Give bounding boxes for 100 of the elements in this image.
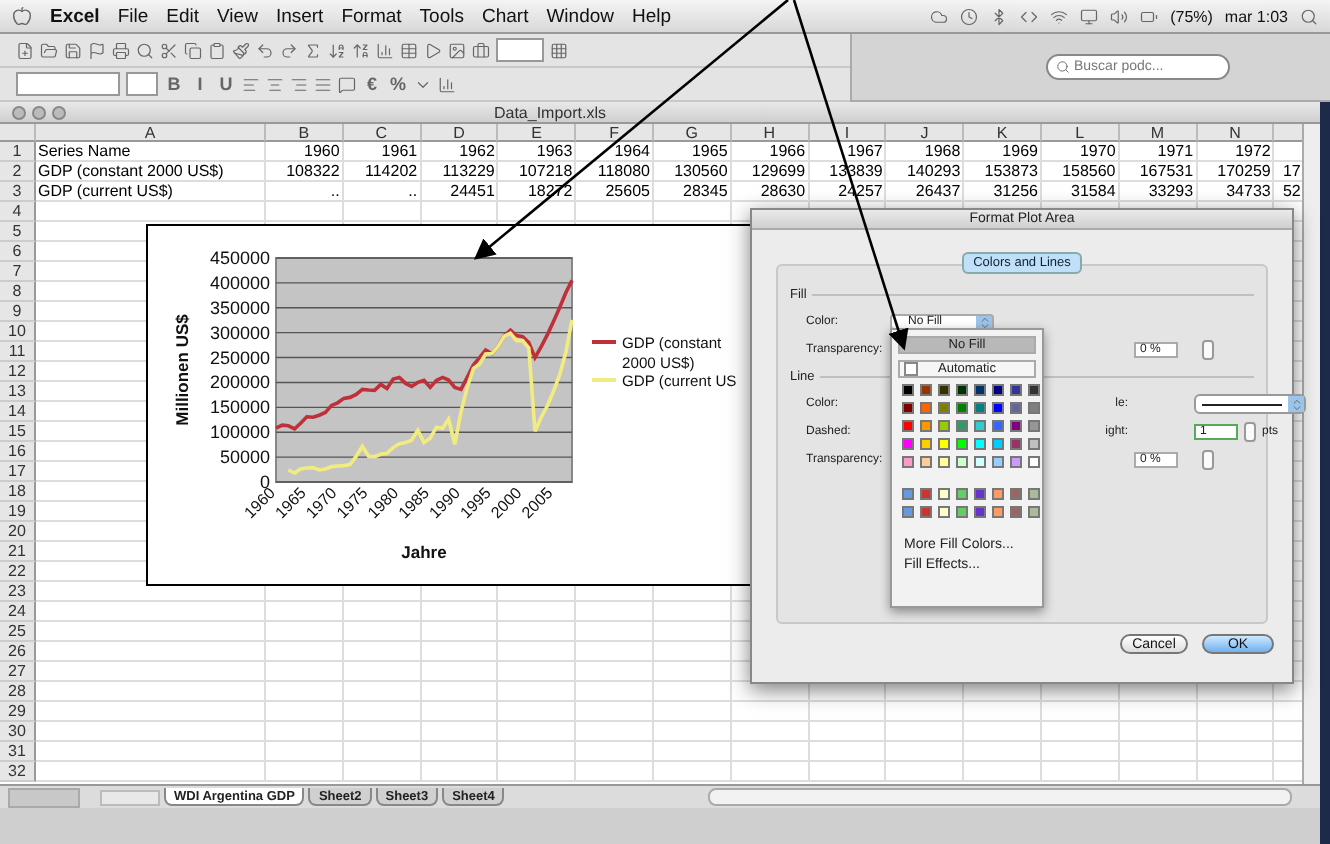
row-header[interactable]: 13 [0, 382, 36, 402]
color-swatch[interactable] [938, 384, 950, 396]
column-header[interactable]: J [886, 124, 965, 142]
menu-item[interactable]: Help [632, 5, 672, 27]
row-header[interactable]: 29 [0, 702, 36, 722]
color-swatch[interactable] [956, 488, 968, 500]
column-header[interactable]: L [1041, 124, 1120, 142]
color-swatch[interactable] [1010, 420, 1022, 432]
column-header[interactable]: D [421, 124, 499, 142]
menu-item[interactable]: File [117, 5, 149, 27]
color-swatch[interactable] [902, 488, 914, 500]
color-swatch[interactable] [920, 420, 932, 432]
row-header[interactable]: 28 [0, 682, 36, 702]
zoom-field[interactable] [496, 38, 544, 62]
align-left-icon[interactable] [242, 75, 260, 93]
menu-item[interactable]: Insert [275, 5, 324, 27]
color-swatch[interactable] [1028, 488, 1040, 500]
font-size-field[interactable] [126, 72, 158, 96]
apple-logo-icon[interactable] [12, 6, 32, 26]
row-header[interactable]: 31 [0, 742, 36, 762]
color-swatch[interactable] [992, 384, 1004, 396]
row-header[interactable]: 27 [0, 662, 36, 682]
grid-icon[interactable] [550, 41, 568, 59]
color-swatch[interactable] [974, 420, 986, 432]
row-header[interactable]: 15 [0, 422, 36, 442]
color-swatch[interactable] [1010, 506, 1022, 518]
color-swatch[interactable] [902, 456, 914, 468]
color-swatch[interactable] [938, 456, 950, 468]
row-header[interactable]: 21 [0, 542, 36, 562]
new-file-icon[interactable] [16, 41, 34, 59]
color-swatch[interactable] [974, 438, 986, 450]
align-center-icon[interactable] [266, 75, 284, 93]
format-button[interactable]: % [388, 74, 408, 94]
row-header[interactable]: 14 [0, 402, 36, 422]
sort-descending-icon[interactable] [352, 41, 370, 59]
color-swatch[interactable] [956, 402, 968, 414]
select-all-corner[interactable] [0, 124, 36, 142]
color-swatch[interactable] [1010, 456, 1022, 468]
format-button[interactable]: I [190, 74, 210, 94]
row-header[interactable]: 1 [0, 142, 36, 162]
row-header[interactable]: 7 [0, 262, 36, 282]
printer-icon[interactable] [112, 41, 130, 59]
row-header[interactable]: 30 [0, 722, 36, 742]
battery-icon[interactable] [1140, 7, 1159, 25]
row-header[interactable]: 25 [0, 622, 36, 642]
color-swatch[interactable] [974, 506, 986, 518]
row-header[interactable]: 9 [0, 302, 36, 322]
menu-item[interactable]: View [217, 5, 258, 27]
color-swatch[interactable] [974, 384, 986, 396]
search-icon[interactable] [136, 41, 154, 59]
color-swatch[interactable] [1028, 420, 1040, 432]
row-header[interactable]: 19 [0, 502, 36, 522]
color-swatch[interactable] [902, 420, 914, 432]
color-swatch[interactable] [992, 420, 1004, 432]
stepper[interactable] [1202, 450, 1214, 470]
menu-item[interactable]: Edit [166, 5, 200, 27]
scissors-icon[interactable] [160, 41, 178, 59]
flag-icon[interactable] [88, 41, 106, 59]
play-icon[interactable] [424, 41, 442, 59]
row-header[interactable]: 3 [0, 182, 36, 202]
comment-icon[interactable] [338, 75, 356, 93]
column-header[interactable]: A [36, 124, 266, 142]
color-swatch[interactable] [956, 506, 968, 518]
color-swatch[interactable] [992, 488, 1004, 500]
bar-chart-icon[interactable] [376, 41, 394, 59]
column-header[interactable]: B [266, 124, 344, 142]
column-header[interactable]: I [809, 124, 887, 142]
clipboard-icon[interactable] [208, 41, 226, 59]
color-swatch[interactable] [992, 438, 1004, 450]
image-icon[interactable] [448, 41, 466, 59]
row-header[interactable]: 24 [0, 602, 36, 622]
menu-item[interactable]: Chart [481, 5, 529, 27]
stepper[interactable] [1244, 422, 1256, 442]
color-swatch[interactable] [956, 420, 968, 432]
column-header[interactable]: N [1197, 124, 1275, 142]
color-swatch[interactable] [992, 402, 1004, 414]
column-header[interactable]: G [653, 124, 732, 142]
row-header[interactable]: 23 [0, 582, 36, 602]
color-swatch[interactable] [920, 384, 932, 396]
column-header[interactable]: M [1119, 124, 1198, 142]
color-swatch[interactable] [1028, 456, 1040, 468]
undo-icon[interactable] [256, 41, 274, 59]
window-close-control[interactable] [12, 106, 26, 120]
search-icon[interactable] [1300, 7, 1318, 25]
menu-item[interactable]: Tools [419, 5, 464, 27]
horizontal-scrollbar[interactable] [708, 788, 1292, 806]
color-swatch[interactable] [974, 402, 986, 414]
row-header[interactable]: 32 [0, 762, 36, 782]
volume-icon[interactable] [1110, 7, 1129, 25]
menu-item[interactable]: Format [341, 5, 402, 27]
line-style-dropdown[interactable] [1194, 394, 1306, 414]
row-header[interactable]: 20 [0, 522, 36, 542]
paintbrush-icon[interactable] [232, 41, 250, 59]
color-swatch[interactable] [1028, 384, 1040, 396]
briefcase-icon[interactable] [472, 41, 490, 59]
color-swatch[interactable] [920, 456, 932, 468]
row-header[interactable]: 17 [0, 462, 36, 482]
code-icon[interactable] [1020, 7, 1039, 25]
color-swatch[interactable] [938, 488, 950, 500]
color-swatch[interactable] [920, 488, 932, 500]
